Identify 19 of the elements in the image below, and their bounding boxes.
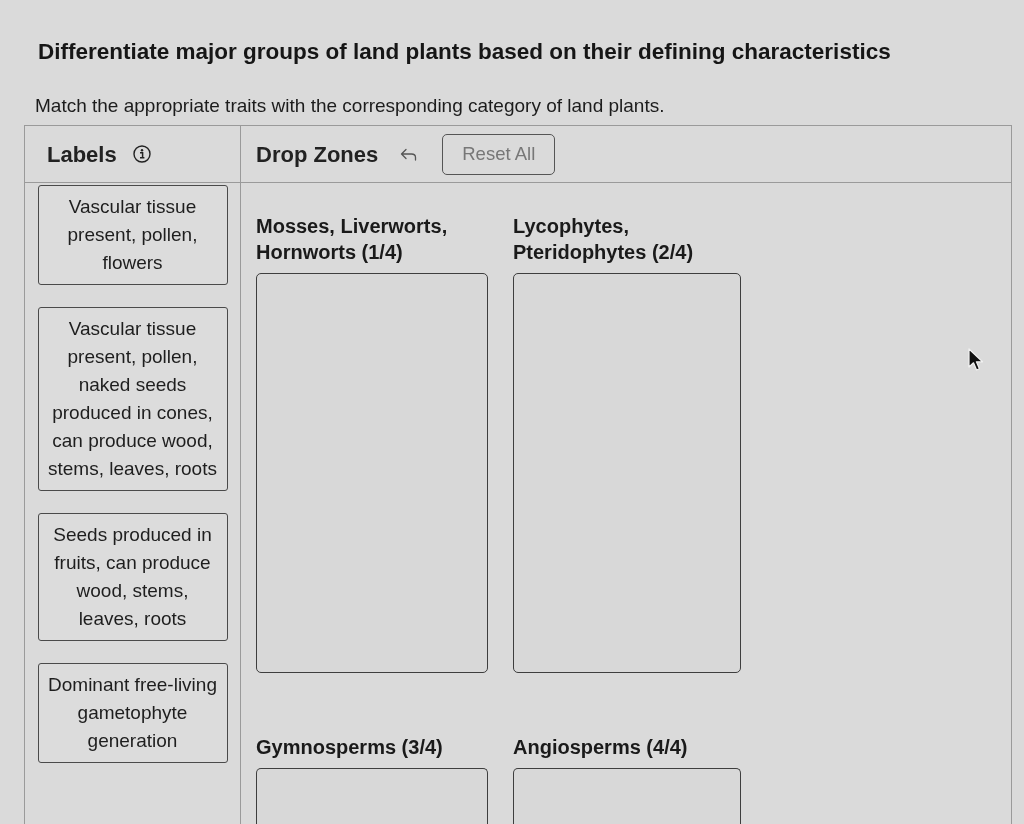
draggable-label[interactable]: Vascular tissue present, pollen, naked seeds produced in cones, can produce wood, stems, leaves, roots <box>37 307 228 491</box>
mouse-pointer-icon <box>968 348 984 372</box>
labels-heading: Labels <box>47 140 117 169</box>
info-icon[interactable] <box>132 145 151 163</box>
drop-zone-field[interactable] <box>256 768 488 824</box>
draggable-label[interactable]: Dominant free-living gametophyte generation <box>37 663 228 763</box>
draggable-label[interactable]: Vascular tissue present, pollen, flowers <box>37 185 228 285</box>
drop-zone-title: Gymnosperms (3/4) <box>256 735 443 760</box>
drop-zone-title: Mosses, Liverworts, Hornworts (1/4) <box>256 214 449 265</box>
curved-arrow-icon[interactable] <box>400 147 418 161</box>
drop-zone-field[interactable] <box>513 273 741 673</box>
draggable-label[interactable]: Seeds produced in fruits, can produce wood, stems, leaves, roots <box>37 513 228 641</box>
page-title: Differentiate major groups of land plants based on their defining characteristics <box>38 38 892 66</box>
drop-zone-title: Angiosperms (4/4) <box>513 735 688 760</box>
drop-zones-heading: Drop Zones <box>256 140 379 169</box>
instructions: Match the appropriate traits with the corresponding category of land plants. <box>35 95 666 117</box>
drop-zone-field[interactable] <box>513 768 741 824</box>
drop-zone-field[interactable] <box>256 273 488 673</box>
drop-zone-title: Lycophytes, Pteridophytes (2/4) <box>513 214 695 265</box>
